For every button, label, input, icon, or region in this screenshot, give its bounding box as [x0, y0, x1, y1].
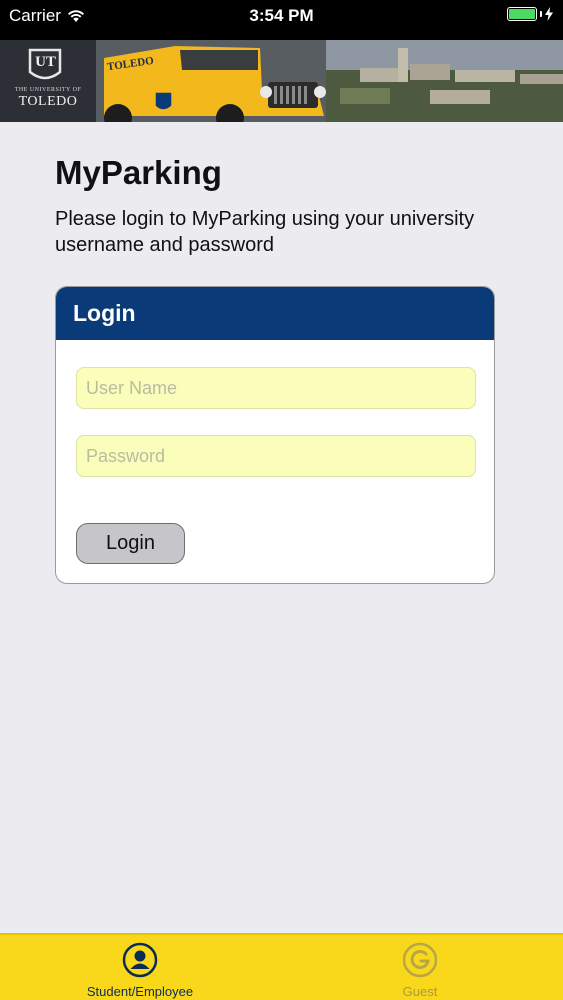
person-icon: [122, 942, 158, 978]
university-small-text: THE UNIVERSITY OF: [14, 87, 82, 93]
main-content: MyParking Please login to MyParking usin…: [0, 122, 563, 934]
battery-icon: [507, 7, 537, 21]
header-banner: UT THE UNIVERSITY OF TOLEDO TOLEDO: [0, 40, 563, 122]
status-bar: Carrier 3:54 PM: [0, 0, 563, 40]
letter-g-icon: [402, 942, 438, 978]
password-input[interactable]: [76, 435, 476, 477]
login-instructions: Please login to MyParking using your uni…: [55, 208, 475, 256]
tab-bar: Student/Employee Guest: [0, 933, 563, 1000]
page-title: MyParking: [55, 154, 222, 191]
clock: 3:54 PM: [249, 6, 314, 25]
tab-guest[interactable]: Guest: [320, 935, 520, 1000]
login-button[interactable]: Login: [76, 523, 185, 564]
university-name: TOLEDO: [18, 94, 78, 109]
tab-label-student-employee: Student/Employee: [86, 984, 194, 999]
battery-indicator: [507, 7, 553, 21]
charging-bolt-icon: [545, 7, 553, 21]
username-input[interactable]: [76, 367, 476, 409]
login-card: Login Login: [55, 286, 495, 584]
logo-letters: UT: [35, 54, 56, 70]
tab-student-employee[interactable]: Student/Employee: [40, 935, 240, 1000]
login-card-header: Login: [56, 287, 494, 340]
tab-label-guest: Guest: [402, 984, 438, 999]
